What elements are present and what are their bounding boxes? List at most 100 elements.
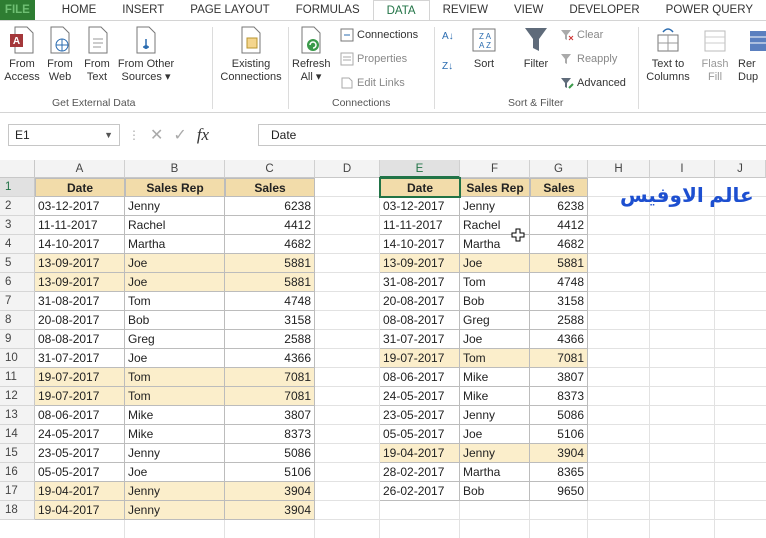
- cell-sales-rep[interactable]: Greg: [125, 330, 225, 349]
- cell-date[interactable]: 13-09-2017: [380, 254, 460, 273]
- row-header-2[interactable]: 2: [0, 197, 35, 216]
- tab-insert[interactable]: INSERT: [109, 0, 177, 20]
- row-header-18[interactable]: 18: [0, 501, 35, 520]
- cell-sales[interactable]: 4682: [530, 235, 588, 254]
- cell-date[interactable]: 13-09-2017: [35, 273, 125, 292]
- row-header-3[interactable]: 3: [0, 216, 35, 235]
- row-header-11[interactable]: 11: [0, 368, 35, 387]
- cell-sales[interactable]: 5106: [225, 463, 315, 482]
- row-header-10[interactable]: 10: [0, 349, 35, 368]
- edit-links-button[interactable]: Edit Links: [340, 76, 405, 90]
- cell-sales[interactable]: 2588: [530, 311, 588, 330]
- cell-date[interactable]: 14-10-2017: [380, 235, 460, 254]
- select-all-corner[interactable]: [0, 160, 35, 178]
- cell-date[interactable]: 05-05-2017: [380, 425, 460, 444]
- row-header-17[interactable]: 17: [0, 482, 35, 501]
- tab-view[interactable]: VIEW: [501, 0, 556, 20]
- cell-sales[interactable]: 4366: [530, 330, 588, 349]
- cell-sales[interactable]: 3904: [530, 444, 588, 463]
- column-header-f[interactable]: F: [460, 160, 530, 178]
- cell-sales[interactable]: 5881: [530, 254, 588, 273]
- cell-date[interactable]: 19-07-2017: [35, 368, 125, 387]
- row-header-13[interactable]: 13: [0, 406, 35, 425]
- cell-date[interactable]: 24-05-2017: [380, 387, 460, 406]
- reapply-button[interactable]: Reapply: [560, 52, 617, 66]
- cancel-icon[interactable]: ✕: [150, 125, 163, 145]
- insert-function-icon[interactable]: fx: [197, 125, 209, 145]
- cell-sales-rep[interactable]: Martha: [460, 463, 530, 482]
- cell-date[interactable]: 19-07-2017: [35, 387, 125, 406]
- cell-sales-rep[interactable]: Jenny: [460, 406, 530, 425]
- right-table-header[interactable]: Sales: [530, 178, 588, 197]
- text-to-columns-button[interactable]: Text to Columns: [644, 25, 692, 84]
- cell-sales-rep[interactable]: Joe: [460, 425, 530, 444]
- flash-fill-button[interactable]: Flash Fill: [700, 25, 730, 84]
- cell-date[interactable]: 03-12-2017: [35, 197, 125, 216]
- from-web-button[interactable]: From Web: [42, 25, 78, 84]
- cell-sales-rep[interactable]: Bob: [460, 482, 530, 501]
- cell-sales[interactable]: 7081: [225, 387, 315, 406]
- row-header-6[interactable]: 6: [0, 273, 35, 292]
- cell-sales-rep[interactable]: Jenny: [125, 197, 225, 216]
- cell-sales[interactable]: 4682: [225, 235, 315, 254]
- right-table-header[interactable]: Date: [380, 178, 460, 197]
- cell-sales[interactable]: 8365: [530, 463, 588, 482]
- cell-sales[interactable]: 5881: [225, 254, 315, 273]
- cell-date[interactable]: 13-09-2017: [35, 254, 125, 273]
- cell-sales-rep[interactable]: Greg: [460, 311, 530, 330]
- cell-sales-rep[interactable]: Mike: [125, 425, 225, 444]
- cell-sales[interactable]: 2588: [225, 330, 315, 349]
- remove-duplicates-button[interactable]: Rer Dup: [738, 25, 766, 84]
- cell-date[interactable]: 11-11-2017: [380, 216, 460, 235]
- cell-sales[interactable]: 5086: [225, 444, 315, 463]
- sort-button[interactable]: Z A A Z Sort: [466, 25, 502, 71]
- tab-developer[interactable]: DEVELOPER: [556, 0, 652, 20]
- sort-za-button[interactable]: Z↓: [442, 61, 453, 72]
- cell-sales-rep[interactable]: Tom: [125, 387, 225, 406]
- cell-sales-rep[interactable]: Joe: [460, 330, 530, 349]
- cell-sales-rep[interactable]: Mike: [460, 387, 530, 406]
- cell-date[interactable]: 31-07-2017: [35, 349, 125, 368]
- cell-sales-rep[interactable]: Joe: [125, 254, 225, 273]
- cell-sales-rep[interactable]: Joe: [125, 349, 225, 368]
- filter-button[interactable]: Filter: [518, 25, 554, 71]
- cell-date[interactable]: 19-04-2017: [35, 482, 125, 501]
- properties-button[interactable]: Properties: [340, 52, 407, 66]
- row-header-8[interactable]: 8: [0, 311, 35, 330]
- cell-sales-rep[interactable]: Jenny: [460, 444, 530, 463]
- cell-sales-rep[interactable]: Bob: [460, 292, 530, 311]
- from-other-sources-button[interactable]: From Other Sources ▾: [116, 25, 176, 84]
- column-header-c[interactable]: C: [225, 160, 315, 178]
- chevron-down-icon[interactable]: ▼: [104, 125, 113, 145]
- left-table-header[interactable]: Date: [35, 178, 125, 197]
- cell-sales[interactable]: 5086: [530, 406, 588, 425]
- cell-sales[interactable]: 4748: [225, 292, 315, 311]
- cell-date[interactable]: 31-07-2017: [380, 330, 460, 349]
- cell-date[interactable]: 23-05-2017: [35, 444, 125, 463]
- column-header-h[interactable]: H: [588, 160, 650, 178]
- cell-sales-rep[interactable]: Tom: [460, 273, 530, 292]
- cell-sales[interactable]: 5106: [530, 425, 588, 444]
- column-header-b[interactable]: B: [125, 160, 225, 178]
- cell-sales[interactable]: 8373: [225, 425, 315, 444]
- right-table-header[interactable]: Sales Rep: [460, 178, 530, 197]
- row-header-5[interactable]: 5: [0, 254, 35, 273]
- cell-sales[interactable]: 4412: [225, 216, 315, 235]
- cell-date[interactable]: 31-08-2017: [35, 292, 125, 311]
- tab-page-layout[interactable]: PAGE LAYOUT: [177, 0, 282, 20]
- cell-sales[interactable]: 6238: [530, 197, 588, 216]
- tab-file[interactable]: FILE: [0, 0, 35, 20]
- cell-sales-rep[interactable]: Joe: [125, 273, 225, 292]
- cell-sales-rep[interactable]: Tom: [125, 368, 225, 387]
- cell-sales-rep[interactable]: Jenny: [125, 501, 225, 520]
- cell-sales[interactable]: 7081: [225, 368, 315, 387]
- column-header-g[interactable]: G: [530, 160, 588, 178]
- clear-button[interactable]: Clear: [560, 28, 603, 42]
- row-header-16[interactable]: 16: [0, 463, 35, 482]
- column-header-j[interactable]: J: [715, 160, 766, 178]
- cell-date[interactable]: 28-02-2017: [380, 463, 460, 482]
- column-header-a[interactable]: A: [35, 160, 125, 178]
- cell-sales-rep[interactable]: Jenny: [460, 197, 530, 216]
- sort-az-button[interactable]: A↓: [442, 31, 454, 42]
- cell-sales[interactable]: 9650: [530, 482, 588, 501]
